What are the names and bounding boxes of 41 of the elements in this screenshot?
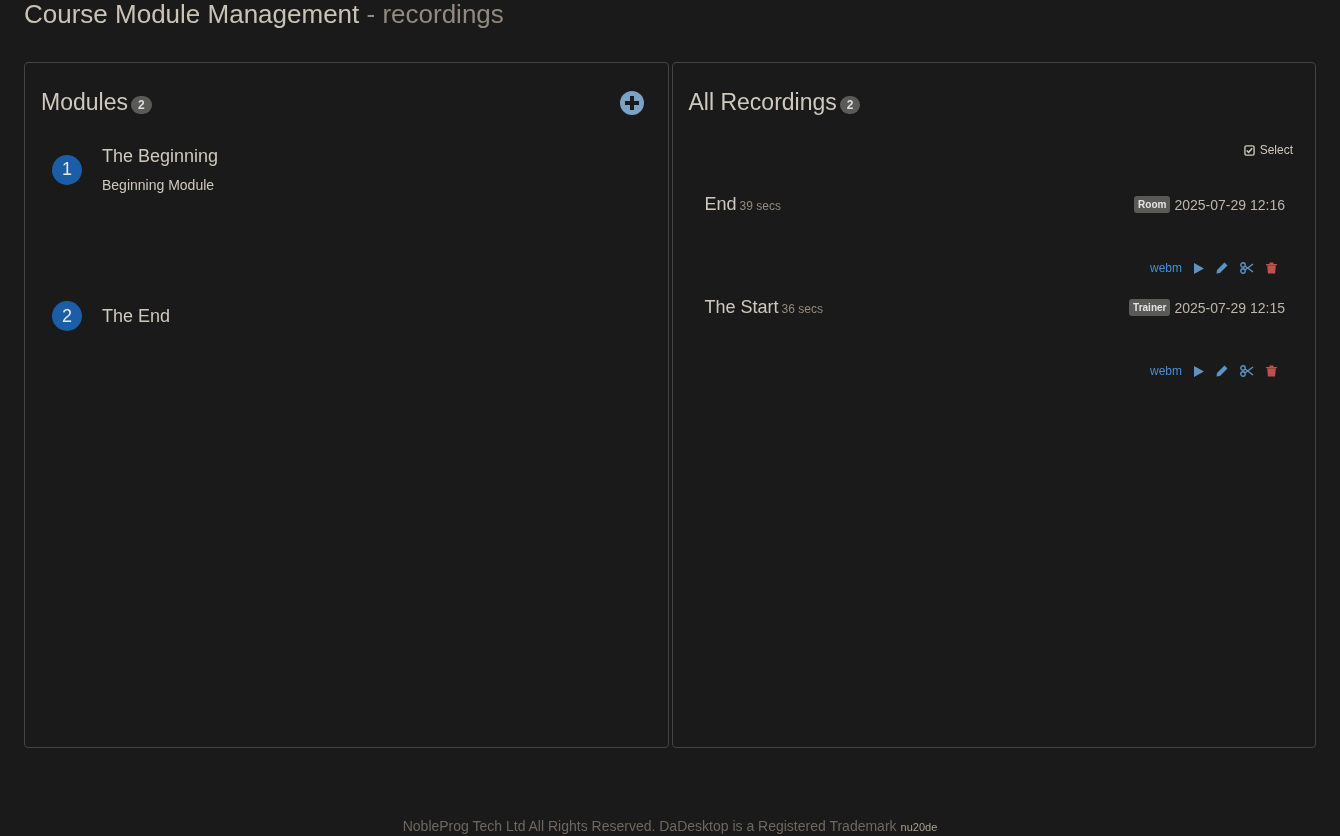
count-badge: 2 bbox=[839, 96, 861, 114]
format-link[interactable]: webm bbox=[1150, 261, 1182, 275]
recording-duration: 36 secs bbox=[781, 302, 823, 316]
recording-duration: 39 secs bbox=[739, 199, 781, 213]
pencil-icon bbox=[1216, 262, 1228, 274]
panel-title: Modules bbox=[41, 89, 128, 116]
play-icon bbox=[1194, 262, 1204, 274]
checkbox-icon bbox=[1243, 144, 1255, 156]
play-button[interactable] bbox=[1194, 365, 1204, 377]
format-link[interactable]: webm bbox=[1150, 364, 1182, 378]
module-title[interactable]: The End bbox=[102, 305, 171, 327]
recording-date: 2025-07-29 12:15 bbox=[1174, 299, 1285, 316]
count-badge: 2 bbox=[130, 96, 152, 114]
pencil-icon bbox=[1216, 365, 1228, 377]
scissors-icon bbox=[1240, 365, 1254, 377]
source-tag: Trainer bbox=[1129, 299, 1171, 316]
trash-icon bbox=[1266, 262, 1277, 274]
cut-button[interactable] bbox=[1240, 262, 1254, 274]
delete-button[interactable] bbox=[1266, 365, 1277, 377]
recording-title: End bbox=[704, 194, 737, 215]
trash-icon bbox=[1266, 365, 1277, 377]
delete-button[interactable] bbox=[1266, 262, 1277, 274]
edit-button[interactable] bbox=[1216, 365, 1228, 377]
page-title: Course Module Management - recordings bbox=[24, 0, 505, 31]
module-number: 1 bbox=[52, 154, 82, 185]
footer-text: NobleProg Tech Ltd All Rights Reserved. DaDesktop is a Registered Trademark nu20de bbox=[401, 818, 939, 836]
cut-button[interactable] bbox=[1240, 365, 1254, 377]
play-button[interactable] bbox=[1194, 262, 1204, 274]
plus-circle-icon bbox=[619, 90, 644, 115]
panel-title: All Recordings bbox=[688, 89, 837, 116]
add-button[interactable] bbox=[619, 90, 644, 115]
module-description: Beginning Module bbox=[102, 177, 216, 193]
edit-button[interactable] bbox=[1216, 262, 1228, 274]
select-button[interactable]: Select bbox=[1237, 142, 1299, 158]
source-tag: Room bbox=[1134, 196, 1171, 213]
recording-date: 2025-07-29 12:16 bbox=[1174, 196, 1285, 213]
play-icon bbox=[1194, 365, 1204, 377]
scissors-icon bbox=[1240, 262, 1254, 274]
module-number: 2 bbox=[52, 301, 82, 331]
module-title[interactable]: The Beginning bbox=[102, 146, 219, 167]
recording-title: The Start bbox=[704, 297, 779, 318]
